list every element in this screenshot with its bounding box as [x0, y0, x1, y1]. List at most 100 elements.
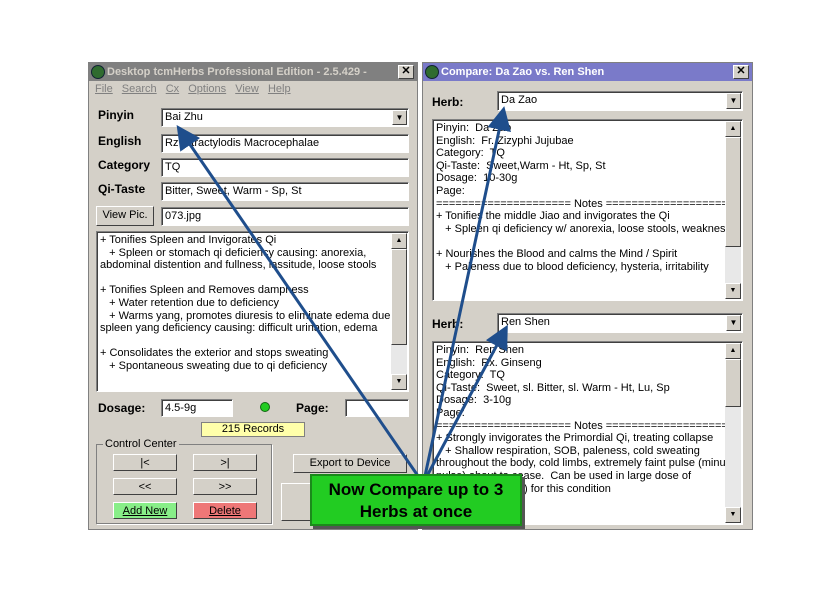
scroll-down-icon[interactable]: ▼: [391, 374, 407, 390]
add-new-button[interactable]: Add New: [113, 502, 177, 519]
herb2-line: Category: TQ: [436, 369, 505, 382]
herb1-line: Category: TQ: [436, 147, 505, 160]
herb1-line: + Tonifies the middle Jiao and invigorat…: [436, 210, 670, 223]
compare-close-button[interactable]: ✕: [733, 65, 749, 79]
dosage-field[interactable]: 4.5-9g: [161, 399, 233, 417]
herb1-line: Page:: [436, 184, 465, 197]
pic-field[interactable]: 073.jpg: [161, 207, 409, 226]
herb2-scrollbar[interactable]: ▲ ▼: [725, 343, 741, 523]
notes-line: + Warms yang, promotes diuresis to elimi…: [100, 309, 403, 322]
main-window-title: Desktop tcmHerbs Professional Edition - …: [107, 66, 367, 78]
menu-view[interactable]: View: [235, 81, 259, 98]
herb1-line: Qi-Taste: Sweet,Warm - Ht, Sp, St: [436, 159, 606, 172]
english-label: English: [98, 134, 142, 148]
compare-window: Compare: Da Zao vs. Ren Shen ✕ Herb: Da …: [422, 62, 753, 530]
last-record-button[interactable]: >|: [193, 454, 257, 471]
notes-line: [100, 272, 390, 285]
herb1-textarea[interactable]: Pinyin: Da Zao English: Fr. Zizyphi Juju…: [432, 119, 743, 301]
herb2-line: ===================== Notes ============…: [436, 419, 741, 432]
herb2-dropdown-icon[interactable]: ▼: [726, 315, 741, 331]
prev-record-button[interactable]: <<: [113, 478, 177, 495]
qitaste-field[interactable]: Bitter, Sweet, Warm - Sp, St: [161, 182, 409, 201]
category-field[interactable]: TQ: [161, 158, 409, 177]
compare-callout: Now Compare up to 3 Herbs at once: [310, 474, 522, 526]
menu-help[interactable]: Help: [268, 81, 291, 98]
view-pic-button[interactable]: View Pic.: [96, 206, 154, 226]
scroll-up-icon[interactable]: ▲: [725, 343, 741, 359]
category-label: Category: [98, 158, 151, 172]
menu-file[interactable]: File: [95, 81, 113, 98]
main-close-button[interactable]: ✕: [398, 65, 414, 79]
herb1-scrollbar[interactable]: ▲ ▼: [725, 121, 741, 299]
herb1-line: + Nourishes the Blood and calms the Mind…: [436, 247, 678, 260]
control-center-label: Control Center: [103, 438, 179, 450]
herb1-select[interactable]: Da Zao ▼: [497, 91, 743, 111]
export-to-device-button[interactable]: Export to Device: [293, 454, 407, 473]
compare-window-title: Compare: Da Zao vs. Ren Shen: [441, 66, 605, 78]
next-record-button[interactable]: >>: [193, 478, 257, 495]
herb1-line: Pinyin: Da Zao: [436, 122, 512, 134]
notes-line: + Spleen or stomach qi deficiency causin…: [100, 246, 367, 259]
notes-scrollbar[interactable]: ▲ ▼: [391, 233, 407, 390]
pinyin-select[interactable]: Bai Zhu ▼: [161, 108, 409, 127]
main-title-bar[interactable]: Desktop tcmHerbs Professional Edition - …: [89, 63, 417, 81]
herb1-label: Herb:: [432, 95, 464, 109]
first-record-button[interactable]: |<: [113, 454, 177, 471]
qitaste-label: Qi-Taste: [98, 182, 146, 196]
callout-line-2: Herbs at once: [359, 502, 473, 521]
herb2-line: English: Rx. Ginseng: [436, 356, 542, 369]
compare-app-icon: [425, 65, 439, 79]
callout-line-1: Now Compare up to 3: [328, 480, 504, 499]
pinyin-label: Pinyin: [98, 108, 135, 122]
herb2-line: + Strongly invigorates the Primordial Qi…: [436, 432, 714, 445]
notes-line: + Water retention due to deficiency: [100, 296, 280, 309]
herb2-line: Page:: [436, 406, 465, 419]
delete-button[interactable]: Delete: [193, 502, 257, 519]
herb2-line: Dosage: 3-10g: [436, 394, 512, 407]
scroll-up-icon[interactable]: ▲: [391, 233, 407, 249]
scroll-up-icon[interactable]: ▲: [725, 121, 741, 137]
herb2-line: + Shallow respiration, SOB, paleness, co…: [436, 444, 700, 457]
notes-line: + Consolidates the exterior and stops sw…: [100, 347, 329, 360]
page-label: Page:: [296, 401, 329, 415]
english-field[interactable]: Rz. Atractylodis Macrocephalae: [161, 134, 409, 153]
notes-line: + Tonifies Spleen and Invigorates Qi: [100, 234, 277, 246]
notes-line: spleen yang deficiency causing: difficul…: [100, 322, 378, 335]
page-field[interactable]: [345, 399, 409, 417]
menu-options[interactable]: Options: [188, 81, 226, 98]
notes-line: [100, 335, 390, 348]
app-icon: [91, 65, 105, 79]
status-indicator-icon: [260, 402, 270, 412]
herb2-line: Pinyin: Ren Shen: [436, 344, 525, 356]
notes-textarea[interactable]: + Tonifies Spleen and Invigorates Qi + S…: [96, 231, 409, 392]
herb1-line: [436, 235, 724, 248]
herb1-line: + Spleen qi deficiency w/ anorexia, loos…: [436, 222, 732, 235]
notes-line: + Spontaneous sweating due to qi deficie…: [100, 359, 328, 372]
compare-title-bar[interactable]: Compare: Da Zao vs. Ren Shen: [423, 63, 752, 81]
scroll-thumb[interactable]: [725, 137, 741, 247]
herb1-line: English: Fr. Zizyphi Jujubae: [436, 134, 574, 147]
main-window: Desktop tcmHerbs Professional Edition - …: [88, 62, 418, 530]
scroll-thumb[interactable]: [725, 359, 741, 407]
notes-line: + Tonifies Spleen and Removes dampness: [100, 284, 309, 297]
records-count: 215 Records: [201, 422, 305, 437]
herb1-line: Dosage: 10-30g: [436, 172, 518, 185]
herb1-line: + Paleness due to blood deficiency, hyst…: [436, 260, 709, 273]
herb1-line: ===================== Notes ============…: [436, 197, 741, 210]
herb2-line: Qi-Taste: Sweet, sl. Bitter, sl. Warm - …: [436, 381, 670, 394]
scroll-thumb[interactable]: [391, 249, 407, 345]
scroll-down-icon[interactable]: ▼: [725, 283, 741, 299]
menu-cx[interactable]: Cx: [166, 81, 179, 98]
herb2-label: Herb:: [432, 317, 464, 331]
herb1-dropdown-icon[interactable]: ▼: [726, 93, 741, 109]
herb2-line: throughout the body, cold limbs, extreme…: [436, 457, 735, 470]
herb1-value: Da Zao: [501, 94, 538, 106]
scroll-down-icon[interactable]: ▼: [725, 507, 741, 523]
dosage-label: Dosage:: [98, 401, 146, 415]
control-center-group: Control Center |< >| << >> Add New Delet…: [96, 438, 272, 524]
pinyin-dropdown-icon[interactable]: ▼: [392, 110, 407, 125]
menu-search[interactable]: Search: [122, 81, 157, 98]
herb2-select[interactable]: Ren Shen ▼: [497, 313, 743, 333]
pinyin-value: Bai Zhu: [165, 111, 203, 123]
menu-bar: File Search Cx Options View Help: [89, 81, 417, 98]
